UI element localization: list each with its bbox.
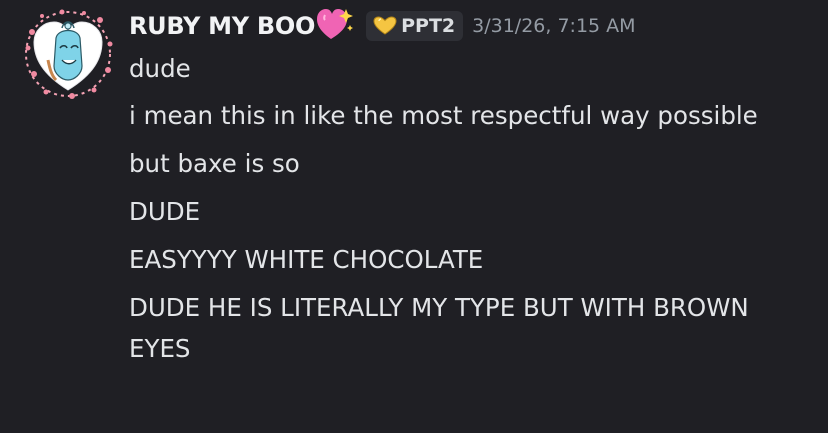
message-list: dude i mean this in like the most respec… bbox=[129, 48, 809, 376]
gold-heart-badge-icon bbox=[373, 16, 397, 35]
message-text: but baxe is so bbox=[129, 149, 300, 178]
guild-tag-label: PPT2 bbox=[401, 15, 456, 37]
message-header: RUBY MY BOO PPT2 3/31/26, 7:15 AM bbox=[129, 8, 636, 44]
message-text: DUDE bbox=[129, 197, 201, 226]
message-text: dude bbox=[129, 54, 191, 83]
message-text: i mean this in like the most respectful … bbox=[129, 101, 758, 130]
guild-tag[interactable]: PPT2 bbox=[366, 11, 464, 41]
message-text: DUDE HE IS LITERALLY MY TYPE BUT WITH BR… bbox=[129, 293, 749, 363]
message-timestamp[interactable]: 3/31/26, 7:15 AM bbox=[472, 15, 635, 37]
message-text: EASYYYY WHITE CHOCOLATE bbox=[129, 245, 484, 274]
sparkling-heart-emoji bbox=[316, 7, 354, 41]
avatar[interactable] bbox=[22, 8, 114, 100]
avatar-icon bbox=[25, 9, 113, 99]
username[interactable]: RUBY MY BOO bbox=[129, 12, 315, 40]
